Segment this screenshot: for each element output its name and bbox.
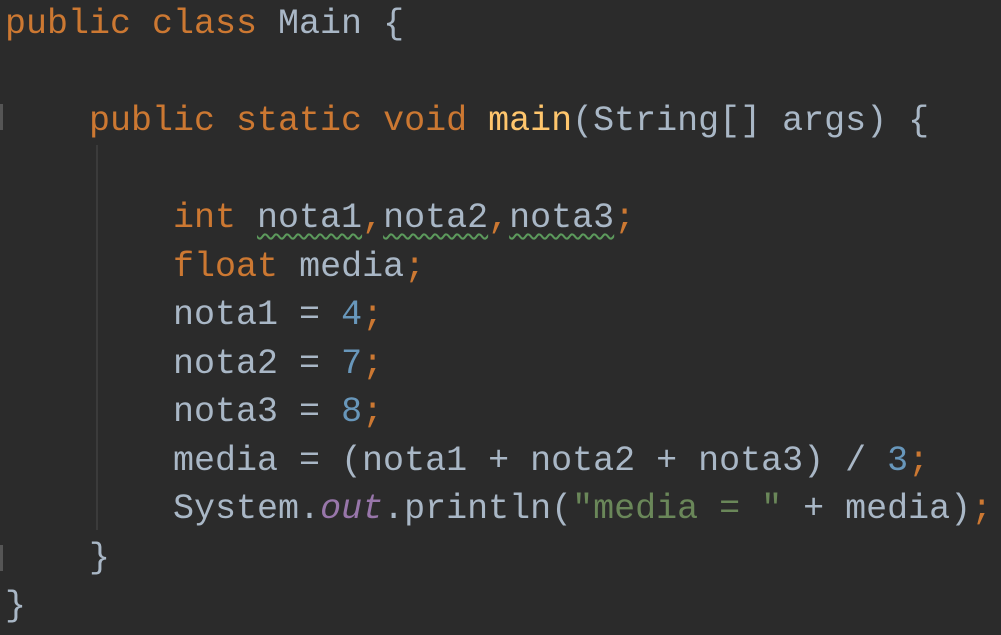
code-line[interactable]: public static void main(String[] args) { [5, 97, 992, 146]
code-line[interactable]: float media; [5, 243, 992, 292]
code-line[interactable]: media = (nota1 + nota2 + nota3) / 3; [5, 437, 992, 486]
code-token: System. [5, 489, 321, 529]
unused-variable-token: nota1 [257, 198, 363, 238]
code-token: + media) [782, 489, 972, 529]
code-token: ; [908, 440, 930, 481]
code-token: } [5, 537, 111, 578]
code-line[interactable]: System.out.println("media = " + media); [5, 485, 992, 534]
code-token: ; [362, 295, 384, 335]
code-token: .println( [383, 489, 573, 529]
code-token: 8 [341, 392, 363, 432]
code-token: out [320, 489, 384, 529]
code-token: ; [362, 343, 384, 384]
code-token: 7 [341, 343, 363, 384]
code-line[interactable]: } [5, 534, 992, 583]
code-token: main [488, 101, 573, 141]
code-token: ; [614, 198, 636, 238]
code-token: media = (nota1 + nota2 + nota3) / [5, 440, 888, 481]
code-token: float [173, 246, 300, 287]
code-token: 3 [887, 440, 909, 481]
code-line[interactable]: nota1 = 4; [5, 291, 992, 340]
code-line[interactable]: int nota1,nota2,nota3; [5, 194, 992, 243]
code-token: , [362, 198, 384, 238]
code-token: , [488, 198, 510, 238]
code-line[interactable]: nota2 = 7; [5, 340, 992, 389]
code-token: (String[] args) { [572, 101, 930, 141]
code-token: nota3 = [5, 392, 342, 432]
code-token: media [299, 246, 405, 287]
code-line[interactable]: } [5, 582, 992, 631]
unused-variable-token: nota2 [383, 198, 489, 238]
gutter-fold-marker[interactable] [0, 104, 3, 130]
code-token: Main { [278, 4, 405, 44]
code-token: public class [5, 4, 279, 44]
unused-variable-token: nota3 [509, 198, 615, 238]
code-line[interactable]: public class Main { [5, 0, 992, 49]
code-token: ; [404, 246, 426, 287]
code-token: public static void [89, 101, 489, 141]
code-line[interactable] [5, 146, 992, 195]
code-line[interactable] [5, 49, 992, 98]
code-token: nota1 = [5, 295, 342, 335]
code-token: 4 [341, 295, 363, 335]
code-token: ; [971, 489, 993, 529]
code-token: ; [362, 392, 384, 432]
code-token: nota2 = [5, 343, 342, 384]
code-token: "media = " [572, 489, 783, 529]
code-token: int [173, 198, 258, 238]
code-editor[interactable]: public class Main { public static void m… [5, 0, 992, 631]
gutter-fold-marker[interactable] [0, 545, 3, 571]
code-line[interactable]: nota3 = 8; [5, 388, 992, 437]
code-token: } [5, 586, 27, 626]
